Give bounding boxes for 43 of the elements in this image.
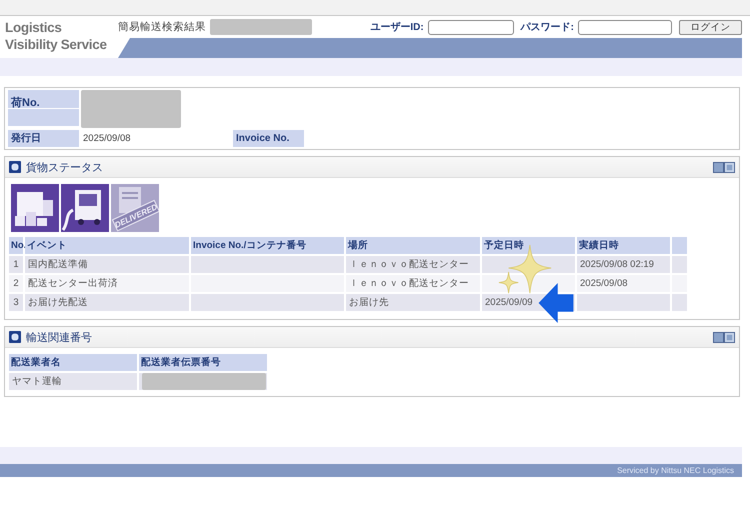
table-cell: 2025/09/08 <box>577 275 670 292</box>
login-button[interactable]: ログイン <box>679 20 742 34</box>
table-cell: 1 <box>9 256 23 273</box>
window-icon[interactable] <box>713 162 735 172</box>
table-cell: ｌｅｎｏｖｏ配送センター <box>346 275 480 292</box>
column-header: 配送業者伝票番号 <box>139 354 267 371</box>
footer-credit: Serviced by Nittsu NEC Logistics <box>617 466 734 475</box>
password-field[interactable] <box>578 20 672 34</box>
table-cell: 2 <box>9 275 23 292</box>
table-cell: ｌｅｎｏｖｏ配送センター <box>346 256 480 273</box>
logo-text: Visibility Service <box>5 36 107 53</box>
user-id-field[interactable] <box>428 20 514 34</box>
column-header: 実績日時 <box>577 237 670 254</box>
table-cell: 配送センター出荷済 <box>25 275 189 292</box>
table-cell: ヤマト運輸 <box>9 373 137 390</box>
field-label: Invoice No. <box>233 130 304 147</box>
table-cell: 2025/09/08 02:19 <box>577 256 670 273</box>
column-header: Invoice No./コンテナ番号 <box>191 237 344 254</box>
table-cell: お届け先配送 <box>25 294 189 311</box>
field-label: 発行日 <box>8 130 79 147</box>
table-cell: 国内配送準備 <box>25 256 189 273</box>
password-label: パスワード: <box>520 21 574 34</box>
column-header: 場所 <box>346 237 480 254</box>
column-header: 配送業者名 <box>9 354 137 371</box>
section-title: 貨物ステータス <box>26 160 103 174</box>
table-cell <box>672 294 687 311</box>
section-title: 輸送関連番号 <box>26 330 92 344</box>
table-cell <box>672 256 687 273</box>
window-icon[interactable] <box>713 332 735 342</box>
field-value: 2025/09/08 <box>82 132 132 146</box>
column-header: 予定日時 <box>482 237 575 254</box>
table-cell: お届け先 <box>346 294 480 311</box>
page-title: 簡易輸送検索結果 <box>118 20 206 34</box>
column-header <box>672 237 687 254</box>
column-header: No. <box>9 237 23 254</box>
field-label: 荷No. <box>8 90 79 126</box>
section-icon <box>9 161 21 173</box>
arrow-icon <box>538 283 574 323</box>
column-header: イベント <box>25 237 189 254</box>
table-cell: 3 <box>9 294 23 311</box>
section-icon <box>9 331 21 343</box>
user-id-label: ユーザーID: <box>370 20 424 34</box>
logo-text: Logistics <box>5 19 62 36</box>
